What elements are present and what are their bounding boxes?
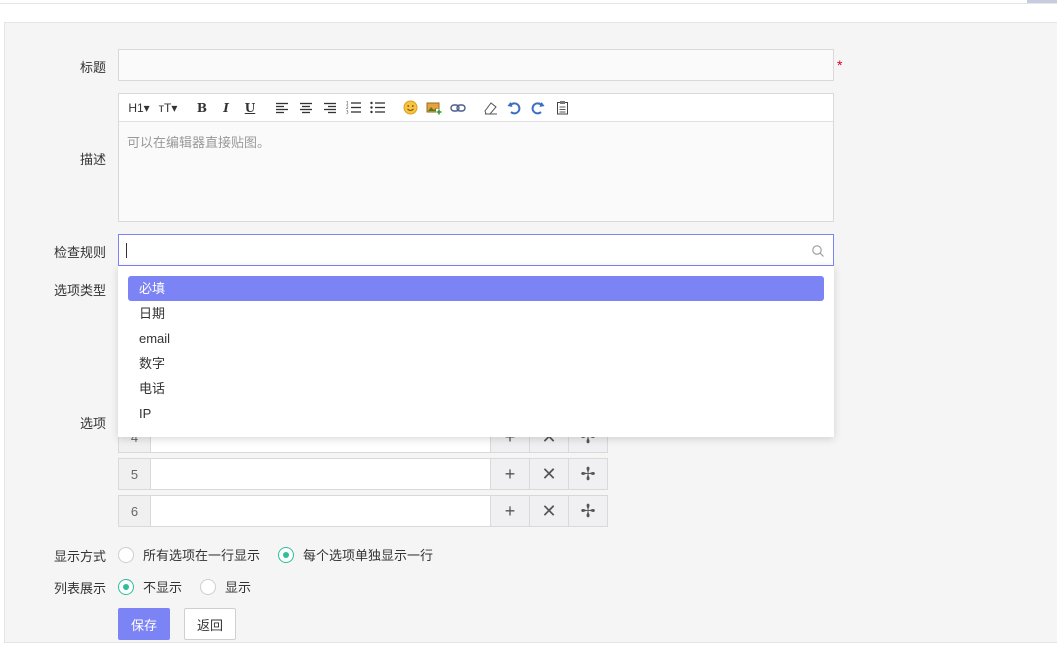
option-type-label: 选项类型 [53,283,106,298]
radio-each-line[interactable] [278,546,295,563]
check-rule-label: 检查规则 [53,245,106,260]
dropdown-item-phone[interactable]: 电话 [128,376,824,401]
list-display-group: 不显示 显示 [118,577,269,596]
options-label: 选项 [79,416,106,431]
svg-text:3: 3 [346,110,349,115]
title-label: 标题 [79,60,106,75]
display-mode-group: 所有选项在一行显示 每个选项单独显示一行 [118,545,451,564]
dropdown-item-date[interactable]: 日期 [128,301,824,326]
underline-icon[interactable]: U [239,98,261,118]
radio-single-line-label: 所有选项在一行显示 [143,548,261,563]
title-input[interactable] [118,49,834,81]
rich-text-editor: H1▾ ᴛT▾ B I U 123 可以在编辑器直接贴图。 [118,93,834,222]
description-label: 描述 [79,152,106,167]
font-size-button[interactable]: ᴛT▾ [155,98,181,118]
text-caret [126,243,127,258]
heading-button[interactable]: H1▾ [125,98,153,118]
option-input[interactable] [151,496,490,526]
image-icon[interactable] [423,98,445,118]
display-mode-label: 显示方式 [53,549,106,564]
save-button[interactable]: 保存 [118,608,170,640]
dropdown-item-email[interactable]: email [128,326,824,351]
align-left-icon[interactable] [271,98,293,118]
paste-icon[interactable] [551,98,573,118]
move-option-button[interactable]: ✢ [568,459,607,489]
dropdown-item-ip[interactable]: IP [128,401,824,426]
list-display-label: 列表展示 [53,581,106,596]
option-row-6: 6 + ✕ ✢ [118,495,608,527]
radio-show-label: 显示 [225,580,252,595]
radio-each-line-label: 每个选项单独显示一行 [303,548,434,563]
radio-show[interactable] [200,578,217,595]
top-bar [0,0,1057,4]
top-accent [1027,0,1057,3]
editor-toolbar: H1▾ ᴛT▾ B I U 123 [119,94,833,122]
move-option-button[interactable]: ✢ [568,496,607,526]
unordered-list-icon[interactable] [367,98,389,118]
bold-icon[interactable]: B [191,98,213,118]
option-row-5: 5 + ✕ ✢ [118,458,608,490]
add-option-button[interactable]: + [490,459,529,489]
align-right-icon[interactable] [319,98,341,118]
option-index: 5 [119,459,151,489]
eraser-icon[interactable] [479,98,501,118]
option-input[interactable] [151,459,490,489]
add-option-button[interactable]: + [490,496,529,526]
ordered-list-icon[interactable]: 123 [343,98,365,118]
link-icon[interactable] [447,98,469,118]
radio-hide-label: 不显示 [143,580,183,595]
remove-option-button[interactable]: ✕ [529,459,568,489]
check-rule-select[interactable] [118,234,834,266]
italic-icon[interactable]: I [215,98,237,118]
dropdown-item-required[interactable]: 必填 [128,276,824,301]
align-center-icon[interactable] [295,98,317,118]
back-button[interactable]: 返回 [184,608,236,640]
radio-single-line[interactable] [118,546,134,563]
option-index: 6 [119,496,151,526]
editor-placeholder[interactable]: 可以在编辑器直接贴图。 [119,122,833,161]
undo-icon[interactable] [503,98,525,118]
search-icon [812,245,824,257]
emoji-icon[interactable] [399,98,421,118]
dropdown-item-number[interactable]: 数字 [128,351,824,376]
required-mark: * [837,57,843,73]
redo-icon[interactable] [527,98,549,118]
remove-option-button[interactable]: ✕ [529,496,568,526]
check-rule-dropdown: 必填 日期 email 数字 电话 IP [118,266,834,437]
radio-hide[interactable] [118,578,134,595]
